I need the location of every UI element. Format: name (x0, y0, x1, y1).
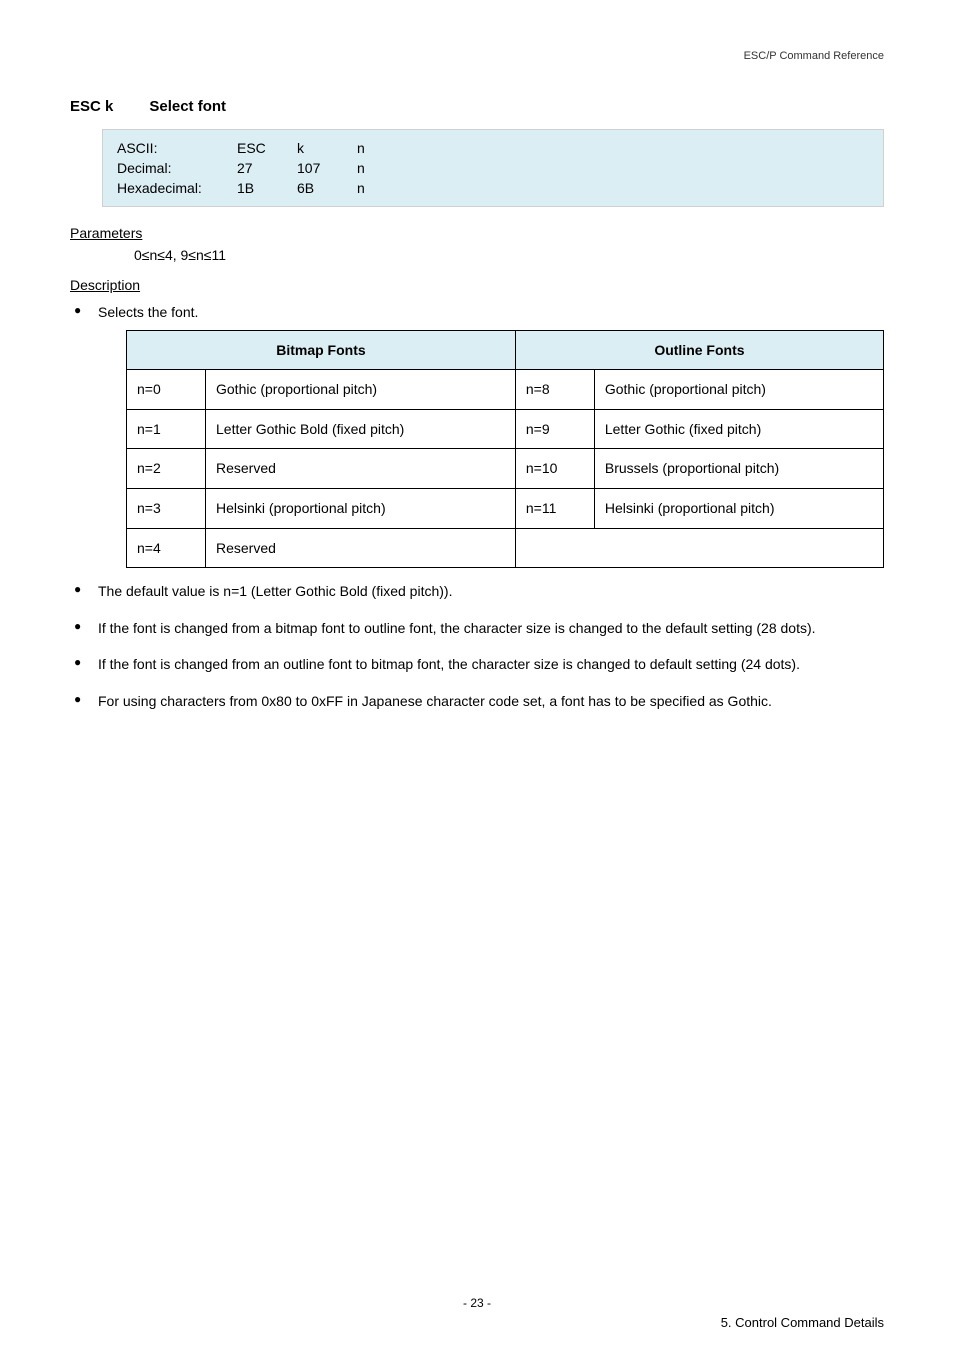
bullet-item: If the font is changed from an outline f… (70, 651, 884, 678)
encoding-row: Hexadecimal: 1B 6B n (117, 180, 869, 196)
cell-rd: Letter Gothic (fixed pitch) (594, 409, 883, 449)
cell-ld: Reserved (206, 449, 516, 489)
th-bitmap: Bitmap Fonts (127, 330, 516, 370)
footer-section-ref: 5. Control Command Details (721, 1315, 884, 1330)
enc-c3: n (357, 160, 397, 176)
cell-ld: Helsinki (proportional pitch) (206, 488, 516, 528)
cell-rd: Helsinki (proportional pitch) (594, 488, 883, 528)
enc-c1: ESC (237, 140, 297, 156)
table-row: n=4 Reserved (127, 528, 884, 568)
cell-ln: n=3 (127, 488, 206, 528)
enc-c2: k (297, 140, 357, 156)
section-code: ESC k (70, 98, 113, 115)
cell-ld: Reserved (206, 528, 516, 568)
cell-rn: n=8 (515, 370, 594, 410)
enc-c2: 6B (297, 180, 357, 196)
enc-label: ASCII: (117, 140, 237, 156)
cell-ld: Letter Gothic Bold (fixed pitch) (206, 409, 516, 449)
table-row: n=2 Reserved n=10 Brussels (proportional… (127, 449, 884, 489)
cell-ln: n=4 (127, 528, 206, 568)
cell-ln: n=0 (127, 370, 206, 410)
enc-label: Hexadecimal: (117, 180, 237, 196)
section-heading: ESC k Select font (70, 98, 884, 115)
section-title-text: Select font (149, 98, 226, 115)
enc-c3: n (357, 180, 397, 196)
bullet-text: Selects the font. (98, 304, 198, 320)
table-row: n=3 Helsinki (proportional pitch) n=11 H… (127, 488, 884, 528)
bullet-item: For using characters from 0x80 to 0xFF i… (70, 688, 884, 715)
enc-c3: n (357, 140, 397, 156)
page-footer: - 23 - 5. Control Command Details (70, 1296, 884, 1310)
cell-empty (515, 528, 883, 568)
description-heading: Description (70, 277, 884, 293)
cell-rn: n=9 (515, 409, 594, 449)
bullet-text: If the font is changed from a bitmap fon… (98, 620, 816, 636)
parameters-value: 0≤n≤4, 9≤n≤11 (134, 247, 884, 263)
table-row: n=1 Letter Gothic Bold (fixed pitch) n=9… (127, 409, 884, 449)
encoding-row: ASCII: ESC k n (117, 140, 869, 156)
enc-c2: 107 (297, 160, 357, 176)
bullet-item: The default value is n=1 (Letter Gothic … (70, 578, 884, 605)
font-table: Bitmap Fonts Outline Fonts n=0 Gothic (p… (126, 330, 884, 569)
encoding-block: ASCII: ESC k n Decimal: 27 107 n Hexadec… (102, 129, 884, 207)
cell-rd: Brussels (proportional pitch) (594, 449, 883, 489)
bullet-item: If the font is changed from a bitmap fon… (70, 615, 884, 642)
bullet-text: For using characters from 0x80 to 0xFF i… (98, 693, 772, 709)
cell-ln: n=2 (127, 449, 206, 489)
page-number: - 23 - (70, 1296, 884, 1310)
enc-c1: 27 (237, 160, 297, 176)
bullet-text: The default value is n=1 (Letter Gothic … (98, 583, 452, 599)
th-outline: Outline Fonts (515, 330, 883, 370)
doc-header: ESC/P Command Reference (70, 50, 884, 62)
bullet-text: If the font is changed from an outline f… (98, 656, 800, 672)
cell-ln: n=1 (127, 409, 206, 449)
cell-rn: n=10 (515, 449, 594, 489)
bullet-selects: Selects the font. Bitmap Fonts Outline F… (70, 299, 884, 568)
enc-c1: 1B (237, 180, 297, 196)
parameters-heading: Parameters (70, 225, 884, 241)
cell-ld: Gothic (proportional pitch) (206, 370, 516, 410)
table-row: n=0 Gothic (proportional pitch) n=8 Goth… (127, 370, 884, 410)
encoding-row: Decimal: 27 107 n (117, 160, 869, 176)
cell-rn: n=11 (515, 488, 594, 528)
cell-rd: Gothic (proportional pitch) (594, 370, 883, 410)
enc-label: Decimal: (117, 160, 237, 176)
